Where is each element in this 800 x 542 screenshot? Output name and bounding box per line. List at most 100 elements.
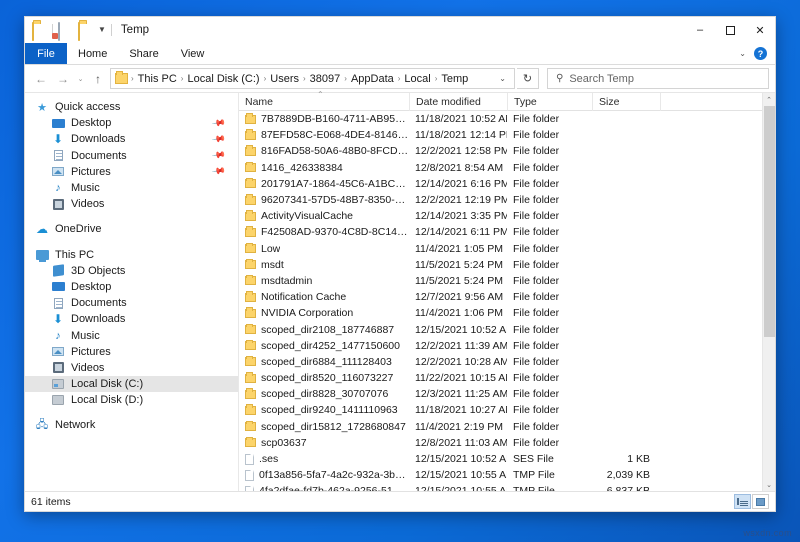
file-explorer-window: ▼ Temp – ✕ File Home Share View ⌄ ? ← → … bbox=[24, 16, 776, 512]
pin-icon[interactable]: 📌 bbox=[211, 132, 226, 147]
pin-icon[interactable]: 📌 bbox=[211, 164, 226, 179]
file-name-label: scoped_dir15812_1728680847 bbox=[261, 420, 406, 433]
table-row[interactable]: 201791A7-1864-45C6-A1BC-208986DC1837 12/1… bbox=[239, 176, 762, 192]
large-icons-view-button[interactable] bbox=[752, 494, 769, 509]
column-header-size[interactable]: Size bbox=[592, 92, 660, 111]
file-name-label: scoped_dir4252_1477150600 bbox=[261, 339, 400, 352]
sidebar-item-pictures[interactable]: Pictures 📌 bbox=[25, 164, 238, 180]
sidebar-item-local-disk-c[interactable]: Local Disk (C:) bbox=[25, 376, 238, 393]
table-row[interactable]: ActivityVisualCache 12/14/2021 3:35 PM Fil… bbox=[239, 208, 762, 224]
sidebar-item-desktop[interactable]: Desktop 📌 bbox=[25, 115, 238, 131]
window-title: Temp bbox=[120, 24, 150, 36]
table-row[interactable]: scoped_dir8520_116073227 11/22/2021 10:15… bbox=[239, 370, 762, 386]
file-name-label: scoped_dir8520_116073227 bbox=[261, 372, 394, 385]
sidebar-item-videos-pc[interactable]: Videos bbox=[25, 360, 238, 376]
table-row[interactable]: scoped_dir4252_1477150600 12/2/2021 11:39… bbox=[239, 338, 762, 354]
table-row[interactable]: 816FAD58-50A6-48B0-8FCD-BE67A6C276... 12/… bbox=[239, 143, 762, 159]
cell-type: File folder bbox=[513, 404, 560, 417]
scrollbar-thumb[interactable] bbox=[764, 106, 775, 337]
search-input[interactable]: Search Temp bbox=[569, 73, 634, 85]
forward-button[interactable]: → bbox=[53, 69, 73, 89]
minimize-button[interactable]: – bbox=[685, 17, 715, 43]
file-rows: 7B7889DB-B160-4711-AB95-FAB5E8FE8414 11/1… bbox=[239, 111, 762, 491]
column-header-name[interactable]: Name ⌃ bbox=[239, 90, 409, 111]
breadcrumb-dropdown-icon[interactable]: ⌄ bbox=[493, 74, 512, 83]
table-row[interactable]: NVIDIA Corporation 11/4/2021 1:06 PM File … bbox=[239, 305, 762, 321]
table-row[interactable]: scoped_dir8828_30707076 12/3/2021 11:25 A… bbox=[239, 386, 762, 402]
cell-name: 87EFD58C-E068-4DE4-8146-0E4B68B1096D bbox=[239, 129, 409, 141]
sidebar-item-3d-objects[interactable]: 3D Objects bbox=[25, 263, 238, 279]
scroll-up-button[interactable]: ⌃ bbox=[763, 93, 775, 106]
pictures-icon bbox=[51, 346, 65, 358]
sidebar-item-videos[interactable]: Videos bbox=[25, 196, 238, 212]
folder-icon bbox=[245, 323, 256, 335]
ribbon-collapse-icon[interactable]: ⌄ bbox=[739, 49, 746, 58]
vertical-scrollbar[interactable]: ⌃ ⌄ bbox=[762, 93, 775, 491]
search-box[interactable]: ⚲ Search Temp bbox=[547, 68, 769, 89]
sidebar-item-pictures-pc[interactable]: Pictures bbox=[25, 344, 238, 360]
sidebar-item-documents[interactable]: Documents 📌 bbox=[25, 148, 238, 164]
table-row[interactable]: scoped_dir15812_1728680847 11/4/2021 2:19… bbox=[239, 419, 762, 435]
breadcrumb-item-local-disk-c[interactable]: Local Disk (C:) bbox=[184, 73, 262, 85]
breadcrumb-item-users[interactable]: Users bbox=[267, 73, 302, 85]
table-row[interactable]: 96207341-57D5-48B7-8350-9E426C1EB88F 12/2… bbox=[239, 192, 762, 208]
table-row[interactable]: scp03637 12/8/2021 11:03 AM File folder bbox=[239, 435, 762, 451]
breadcrumb-item-38097[interactable]: 38097 bbox=[307, 73, 344, 85]
sidebar-item-downloads-pc[interactable]: ⬇ Downloads bbox=[25, 311, 238, 327]
folder-icon[interactable] bbox=[32, 22, 47, 41]
table-row[interactable]: 87EFD58C-E068-4DE4-8146-0E4B68B1096D 11/1… bbox=[239, 127, 762, 143]
pin-icon[interactable]: 📌 bbox=[211, 148, 226, 163]
sidebar-item-quick-access[interactable]: ★ Quick access bbox=[25, 99, 238, 115]
table-row[interactable]: scoped_dir2108_187746887 12/15/2021 10:52… bbox=[239, 321, 762, 337]
sidebar-item-this-pc[interactable]: This PC bbox=[25, 247, 238, 263]
folder-icon bbox=[245, 226, 256, 237]
breadcrumb-item-appdata[interactable]: AppData bbox=[348, 73, 397, 85]
up-button[interactable]: ↑ bbox=[88, 69, 108, 89]
sidebar-item-desktop-pc[interactable]: Desktop bbox=[25, 279, 238, 295]
sidebar-item-documents-pc[interactable]: Documents bbox=[25, 295, 238, 311]
recent-locations-button[interactable]: ⌄ bbox=[75, 69, 86, 89]
column-header-date-modified[interactable]: Date modified bbox=[409, 92, 507, 111]
table-row[interactable]: 4fa2dfae-fd7b-462a-9256-5105afe081f5.t..… bbox=[239, 483, 762, 491]
tab-home[interactable]: Home bbox=[67, 43, 118, 64]
close-button[interactable]: ✕ bbox=[745, 17, 775, 43]
scroll-down-button[interactable]: ⌄ bbox=[763, 478, 775, 491]
back-button[interactable]: ← bbox=[31, 69, 51, 89]
table-row[interactable]: 7B7889DB-B160-4711-AB95-FAB5E8FE8414 11/1… bbox=[239, 111, 762, 127]
pin-icon[interactable]: 📌 bbox=[211, 116, 226, 131]
column-header-type[interactable]: Type bbox=[507, 92, 592, 111]
table-row[interactable]: scoped_dir6884_111128403 12/2/2021 10:28 … bbox=[239, 354, 762, 370]
sidebar-item-music-pc[interactable]: ♪ Music bbox=[25, 327, 238, 343]
breadcrumb[interactable]: › This PC › Local Disk (C:) › Users › 38… bbox=[110, 68, 515, 89]
tab-file[interactable]: File bbox=[25, 43, 67, 64]
tab-share[interactable]: Share bbox=[118, 43, 169, 64]
table-row[interactable]: Low 11/4/2021 1:05 PM File folder bbox=[239, 241, 762, 257]
refresh-button[interactable]: ↻ bbox=[517, 68, 539, 89]
table-row[interactable]: 0f13a856-5fa7-4a2c-932a-3b7a98d46bac....… bbox=[239, 467, 762, 483]
table-row[interactable]: F42508AD-9370-4C8D-8C14-F934C6625BE8 12/1… bbox=[239, 224, 762, 240]
scrollbar-track[interactable] bbox=[763, 106, 775, 478]
breadcrumb-item-local[interactable]: Local bbox=[401, 73, 433, 85]
sidebar-item-onedrive[interactable]: ☁ OneDrive bbox=[25, 221, 238, 237]
table-row[interactable]: 1416_426338384 12/8/2021 8:54 AM File fold… bbox=[239, 160, 762, 176]
sidebar-item-network[interactable]: 🖧 Network bbox=[25, 417, 238, 433]
properties-icon[interactable] bbox=[58, 22, 73, 41]
tab-view[interactable]: View bbox=[170, 43, 216, 64]
sidebar-item-downloads[interactable]: ⬇ Downloads 📌 bbox=[25, 131, 238, 147]
ribbon-spacer bbox=[215, 43, 739, 64]
breadcrumb-item-this-pc[interactable]: This PC bbox=[135, 73, 180, 85]
chevron-down-icon[interactable]: ▼ bbox=[98, 26, 106, 34]
new-folder-icon[interactable] bbox=[78, 22, 93, 41]
table-row[interactable]: msdt 11/5/2021 5:24 PM File folder bbox=[239, 257, 762, 273]
desktop-icon bbox=[51, 281, 65, 293]
help-icon[interactable]: ? bbox=[754, 47, 767, 60]
table-row[interactable]: .ses 12/15/2021 10:52 AM SES File 1 KB bbox=[239, 451, 762, 467]
details-view-button[interactable] bbox=[734, 494, 751, 509]
table-row[interactable]: Notification Cache 12/7/2021 9:56 AM File … bbox=[239, 289, 762, 305]
maximize-button[interactable] bbox=[715, 17, 745, 43]
table-row[interactable]: msdtadmin 11/5/2021 5:24 PM File folder bbox=[239, 273, 762, 289]
table-row[interactable]: scoped_dir9240_1411110963 11/18/2021 10:2… bbox=[239, 402, 762, 418]
sidebar-item-local-disk-d[interactable]: Local Disk (D:) bbox=[25, 392, 238, 408]
breadcrumb-item-temp[interactable]: Temp bbox=[438, 73, 471, 85]
sidebar-item-music[interactable]: ♪ Music bbox=[25, 180, 238, 196]
